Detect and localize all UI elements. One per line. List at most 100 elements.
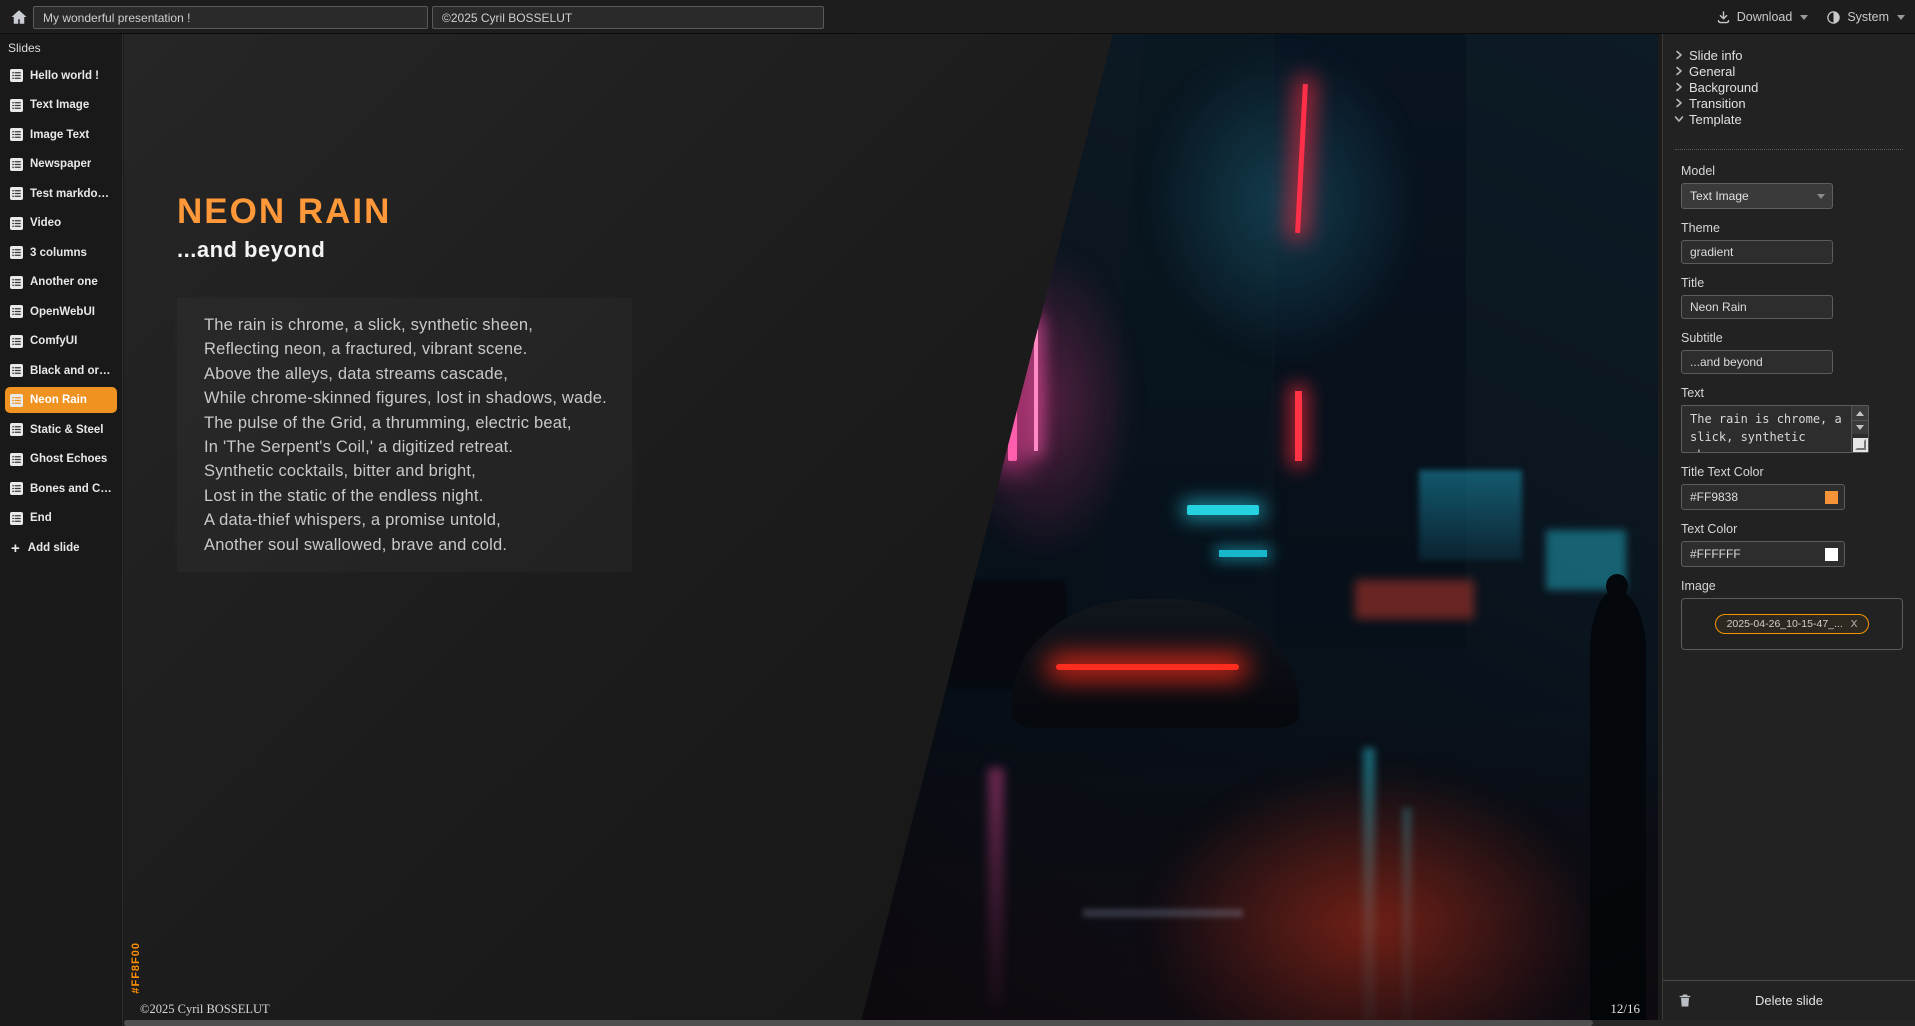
slide-item-label: OpenWebUI bbox=[30, 306, 95, 318]
select-arrow-icon bbox=[1817, 194, 1825, 199]
delete-slide-button[interactable]: Delete slide bbox=[1663, 993, 1915, 1008]
copyright-input[interactable] bbox=[432, 6, 824, 29]
panel-section-slide-info[interactable]: Slide info bbox=[1674, 47, 1915, 63]
slide-list-icon bbox=[10, 158, 23, 171]
poem-line: A data-thief whispers, a promise untold, bbox=[204, 508, 607, 532]
theme-input[interactable] bbox=[1681, 240, 1833, 264]
text-color-label: Text Color bbox=[1681, 522, 1915, 536]
text-textarea[interactable]: The rain is chrome, a slick, synthetic s… bbox=[1682, 406, 1850, 452]
color-hex-tag: #FF8F00 bbox=[130, 942, 142, 994]
slide-list-item[interactable]: Bones and Chro... bbox=[5, 476, 117, 502]
title-color-swatch[interactable] bbox=[1825, 491, 1838, 504]
slide-list-item[interactable]: OpenWebUI bbox=[5, 299, 117, 325]
properties-panel: Slide infoGeneralBackgroundTransitionTem… bbox=[1662, 34, 1915, 1026]
slide-list: Hello world ! Text Image Image Text Newspap… bbox=[0, 63, 122, 532]
slide-item-label: Static & Steel bbox=[30, 424, 104, 436]
slide-title: NEON RAIN bbox=[177, 192, 391, 232]
slide-list-icon bbox=[10, 217, 23, 230]
slide-list-item[interactable]: ComfyUI bbox=[5, 328, 117, 354]
slide-list-icon bbox=[10, 512, 23, 525]
image-file-chip[interactable]: 2025-04-26_10-15-47_... X bbox=[1715, 614, 1870, 634]
slide-list-item[interactable]: Neon Rain bbox=[5, 387, 117, 413]
slide-list-item[interactable]: Newspaper bbox=[5, 151, 117, 177]
system-theme-menu[interactable]: System bbox=[1826, 10, 1905, 25]
textarea-resize-handle[interactable] bbox=[1853, 438, 1868, 452]
slide-list-item[interactable]: Text Image bbox=[5, 92, 117, 118]
chevron-down-icon bbox=[1897, 15, 1905, 20]
scrollbar-thumb[interactable] bbox=[124, 1020, 1593, 1026]
poem-line: Lost in the static of the endless night. bbox=[204, 484, 607, 508]
slide-list-item[interactable]: Hello world ! bbox=[5, 63, 117, 89]
horizontal-scrollbar[interactable] bbox=[124, 1020, 1915, 1026]
slide-list-item[interactable]: Black and orange bbox=[5, 358, 117, 384]
slide-list-icon bbox=[10, 276, 23, 289]
presentation-title-input[interactable] bbox=[33, 6, 428, 29]
scroll-up-button[interactable] bbox=[1852, 406, 1868, 420]
slide-list-icon bbox=[10, 99, 23, 112]
slide-item-label: ComfyUI bbox=[30, 335, 77, 347]
slide-body-text: The rain is chrome, a slick, synthetic s… bbox=[204, 313, 607, 557]
poem-line: Reflecting neon, a fractured, vibrant sc… bbox=[204, 337, 607, 361]
panel-section-background[interactable]: Background bbox=[1674, 79, 1915, 95]
panel-section-label: Template bbox=[1689, 112, 1742, 127]
arrow-up-icon bbox=[1856, 411, 1864, 416]
slide-list-item[interactable]: End bbox=[5, 505, 117, 531]
slide-list-icon bbox=[10, 453, 23, 466]
download-menu[interactable]: Download bbox=[1716, 10, 1809, 25]
poem-line: While chrome-skinned figures, lost in sh… bbox=[204, 386, 607, 410]
text-color-field bbox=[1681, 541, 1845, 567]
slide-list-item[interactable]: Video bbox=[5, 210, 117, 236]
title-input[interactable] bbox=[1681, 295, 1833, 319]
remove-image-icon[interactable]: X bbox=[1851, 619, 1858, 630]
slide-item-label: Another one bbox=[30, 276, 98, 288]
subtitle-label: Subtitle bbox=[1681, 331, 1915, 345]
image-file-name: 2025-04-26_10-15-47_... bbox=[1727, 618, 1843, 630]
panel-section-template[interactable]: Template bbox=[1674, 111, 1915, 127]
slide-list-item[interactable]: 3 columns bbox=[5, 240, 117, 266]
slide-item-label: Bones and Chro... bbox=[30, 483, 112, 495]
slide-item-label: 3 columns bbox=[30, 247, 87, 259]
slide-footer-copyright: ©2025 Cyril BOSSELUT bbox=[140, 1002, 270, 1017]
scroll-down-button[interactable] bbox=[1852, 420, 1868, 434]
poem-line: The rain is chrome, a slick, synthetic s… bbox=[204, 313, 607, 337]
top-toolbar: Download System bbox=[0, 0, 1915, 34]
slide-list-icon bbox=[10, 423, 23, 436]
text-color-swatch[interactable] bbox=[1825, 548, 1838, 561]
plus-icon: + bbox=[11, 541, 20, 556]
template-form: Model Text Image Theme Title Subtitle Te… bbox=[1663, 150, 1915, 650]
slide-item-label: Image Text bbox=[30, 129, 89, 141]
poem-line: Above the alleys, data streams cascade, bbox=[204, 362, 607, 386]
slide-list-item[interactable]: Ghost Echoes bbox=[5, 446, 117, 472]
poem-line: In 'The Serpent's Coil,' a digitized ret… bbox=[204, 435, 607, 459]
arrow-down-icon bbox=[1856, 425, 1864, 430]
slide-list-item[interactable]: Static & Steel bbox=[5, 417, 117, 443]
text-color-input[interactable] bbox=[1682, 542, 1802, 566]
chevron-down-icon bbox=[1674, 114, 1684, 124]
image-dropzone[interactable]: 2025-04-26_10-15-47_... X bbox=[1681, 598, 1903, 650]
slide-item-label: Black and orange bbox=[30, 365, 112, 377]
model-select[interactable]: Text Image bbox=[1681, 183, 1833, 209]
slide-item-label: Test markdown bbox=[30, 188, 112, 200]
title-color-field bbox=[1681, 484, 1845, 510]
panel-section-label: Background bbox=[1689, 80, 1758, 95]
slide-list-icon bbox=[10, 187, 23, 200]
slide-list-item[interactable]: Another one bbox=[5, 269, 117, 295]
poem-line: Another soul swallowed, brave and cold. bbox=[204, 533, 607, 557]
home-button[interactable] bbox=[7, 5, 31, 29]
panel-section-label: Slide info bbox=[1689, 48, 1742, 63]
app-window: Download System Slides Hello world !Text… bbox=[0, 0, 1915, 1026]
add-slide-button[interactable]: + Add slide bbox=[5, 535, 117, 561]
download-icon bbox=[1716, 10, 1731, 25]
title-color-input[interactable] bbox=[1682, 485, 1802, 509]
slide-list-icon bbox=[10, 69, 23, 82]
panel-section-label: General bbox=[1689, 64, 1735, 79]
home-icon bbox=[10, 8, 28, 26]
panel-section-general[interactable]: General bbox=[1674, 63, 1915, 79]
slide-list-item[interactable]: Image Text bbox=[5, 122, 117, 148]
panel-sections: Slide infoGeneralBackgroundTransitionTem… bbox=[1663, 34, 1915, 127]
panel-section-transition[interactable]: Transition bbox=[1674, 95, 1915, 111]
subtitle-input[interactable] bbox=[1681, 350, 1833, 374]
poem-line: The pulse of the Grid, a thrumming, elec… bbox=[204, 411, 607, 435]
chevron-down-icon bbox=[1800, 15, 1808, 20]
slide-list-item[interactable]: Test markdown bbox=[5, 181, 117, 207]
